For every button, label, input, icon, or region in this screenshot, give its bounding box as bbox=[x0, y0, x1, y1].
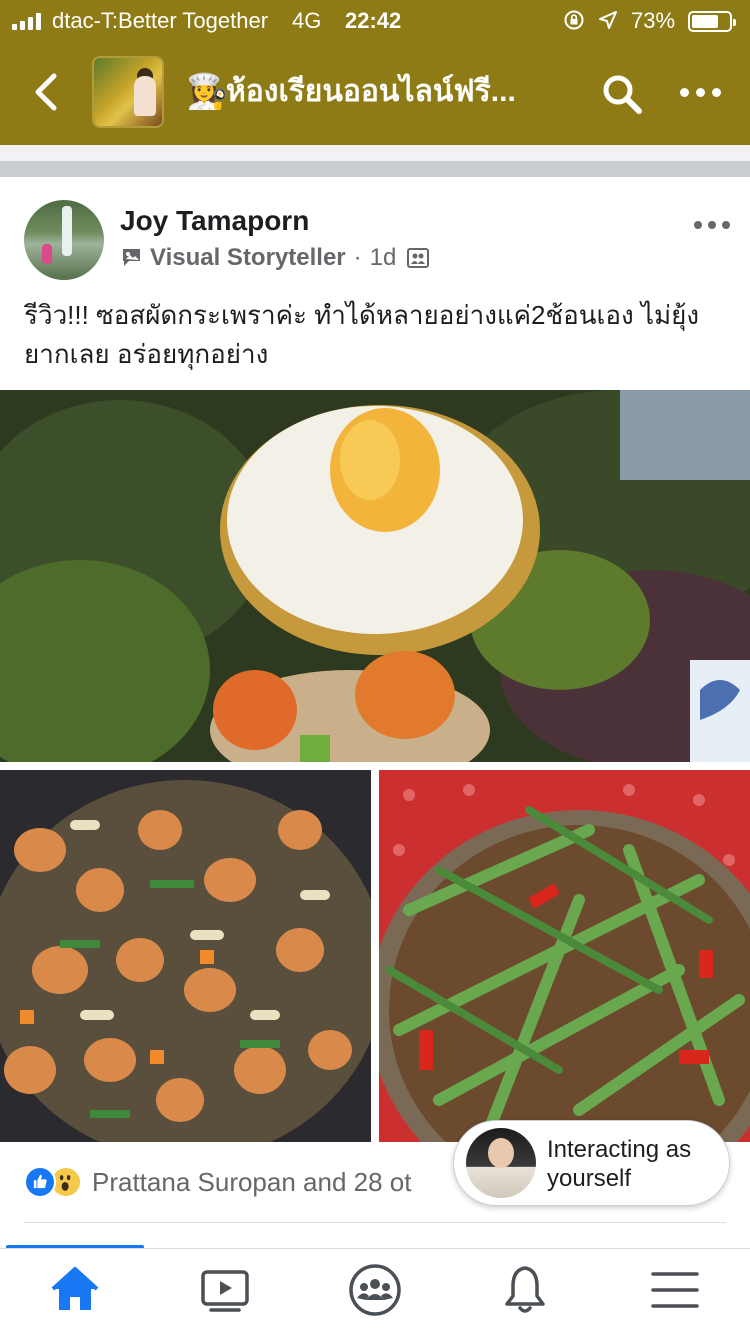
storyteller-badge[interactable]: Visual Storyteller bbox=[150, 244, 346, 272]
interacting-as-pill[interactable]: Interacting as yourself bbox=[453, 1120, 730, 1206]
storyteller-badge-icon bbox=[123, 249, 140, 266]
post-meta: Visual Storyteller · 1d bbox=[120, 244, 430, 272]
post-options-icon[interactable] bbox=[694, 221, 730, 229]
meta-separator: · bbox=[353, 244, 362, 271]
section-divider bbox=[0, 161, 750, 177]
battery-icon bbox=[688, 11, 736, 32]
group-header: 👩‍🍳 ห้องเรียนออนไลน์ฟรี... bbox=[0, 42, 750, 145]
status-bar: dtac-T:Better Together 4G 22:42 73% bbox=[0, 0, 750, 42]
author-name[interactable]: Joy Tamaporn bbox=[120, 205, 309, 237]
battery-percent: 73% bbox=[631, 8, 676, 33]
section-gap bbox=[0, 145, 750, 161]
notifications-icon[interactable] bbox=[497, 1262, 553, 1318]
interacting-avatar bbox=[466, 1128, 536, 1198]
carrier-name: dtac-T:Better Together bbox=[52, 8, 269, 33]
interacting-as-text: Interacting as yourself bbox=[547, 1135, 691, 1193]
more-dots-icon[interactable] bbox=[680, 88, 721, 97]
orientation-lock-icon bbox=[564, 10, 584, 30]
menu-icon[interactable] bbox=[647, 1262, 703, 1318]
watch-icon[interactable] bbox=[197, 1262, 253, 1318]
reactions-summary[interactable]: Prattana Suropan and 28 ot bbox=[24, 1166, 452, 1198]
author-avatar[interactable] bbox=[24, 200, 104, 280]
interacting-as-line2: yourself bbox=[547, 1165, 632, 1192]
post-time[interactable]: 1d bbox=[370, 244, 397, 272]
search-icon[interactable] bbox=[601, 73, 643, 115]
group-cover-thumbnail[interactable] bbox=[92, 56, 164, 128]
interacting-as-line1: Interacting as bbox=[547, 1136, 692, 1163]
reactions-divider bbox=[24, 1222, 726, 1223]
groups-icon[interactable] bbox=[347, 1262, 403, 1318]
home-icon[interactable] bbox=[47, 1262, 103, 1318]
location-arrow-icon bbox=[599, 11, 617, 29]
back-arrow-icon[interactable] bbox=[30, 70, 62, 114]
audience-group-icon bbox=[407, 248, 430, 268]
signal-bars-icon bbox=[12, 12, 41, 30]
network-type: 4G bbox=[292, 8, 322, 33]
group-title[interactable]: ห้องเรียนออนไลน์ฟรี... bbox=[226, 72, 586, 112]
post-photo-stir-fry-sausage[interactable] bbox=[0, 770, 371, 1142]
chef-emoji: 👩‍🍳 bbox=[186, 73, 229, 111]
reactions-names[interactable]: Prattana Suropan and 28 ot bbox=[92, 1167, 452, 1198]
like-reaction-icon bbox=[24, 1166, 56, 1198]
post-photo-morning-glory[interactable] bbox=[379, 770, 750, 1142]
clock: 22:42 bbox=[345, 8, 402, 33]
post-caption: รีวิว!!! ซอสผัดกระเพราค่ะ ทำได้หลายอย่าง… bbox=[24, 300, 700, 369]
post-photo-egg-salad[interactable] bbox=[0, 390, 750, 762]
